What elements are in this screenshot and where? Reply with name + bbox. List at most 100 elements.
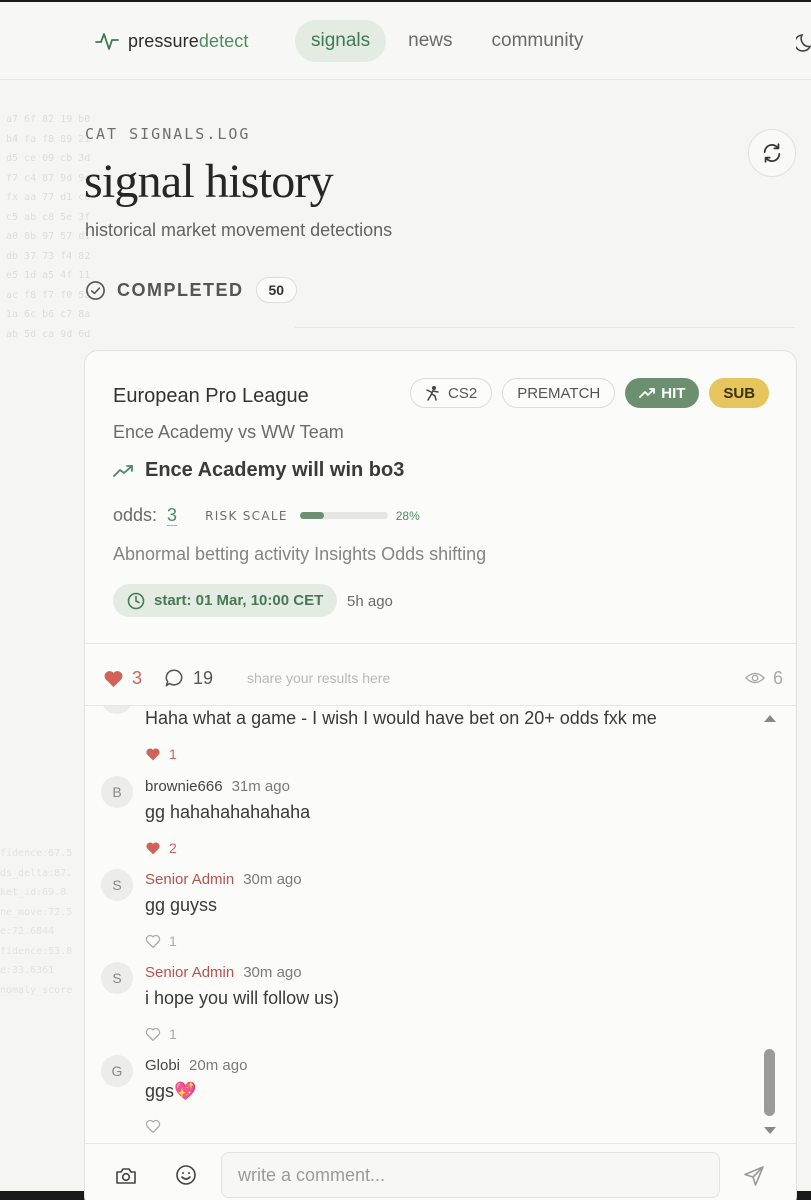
tier-tag: SUB <box>709 378 770 408</box>
match-teams: Ence Academy vs WW Team <box>113 422 344 442</box>
comment-like-button[interactable]: 1 <box>145 1026 177 1042</box>
comment-input[interactable] <box>221 1152 720 1198</box>
pulse-icon <box>95 33 119 50</box>
odds-row: odds: 3 RISK SCALE 28% <box>113 505 420 526</box>
page-title: signal history <box>84 155 334 208</box>
comment-like-button[interactable]: 2 <box>145 840 177 856</box>
risk-scale-fill <box>299 512 325 519</box>
comment-text: i hope you will follow us) <box>145 988 340 1008</box>
risk-scale-bar <box>299 512 388 519</box>
comment-author[interactable]: Senior Admin <box>145 964 234 981</box>
camera-icon[interactable] <box>115 1166 137 1186</box>
brand-name: pressuredetect <box>128 30 249 51</box>
comment-meta: Senior Admin 30m ago <box>145 871 302 888</box>
risk-scale-label: RISK SCALE <box>205 508 288 523</box>
comments-list[interactable]: Haha what a game - I wish I would have b… <box>85 706 796 1139</box>
heart-outline-icon <box>145 1027 161 1041</box>
avatar <box>101 706 133 714</box>
comment-meta: Senior Admin 30m ago <box>145 964 302 981</box>
result-tag: HIT <box>625 378 700 408</box>
background-log-bottom: fidence:67.5 ds_delta:87. ket_id:69.8 ne… <box>0 848 73 996</box>
comment-item: S Senior Admin 30m ago i hope you will f… <box>101 962 751 1054</box>
heart-filled-icon <box>146 842 160 855</box>
status-count-badge: 50 <box>255 277 298 303</box>
comment-like-button[interactable]: 1 <box>145 746 177 762</box>
share-prompt: share your results here <box>247 670 391 686</box>
comment-author[interactable]: brownie666 <box>145 778 223 795</box>
prediction-text: Ence Academy will win bo3 <box>145 459 405 481</box>
emoji-icon[interactable] <box>175 1164 197 1186</box>
nav-news[interactable]: news <box>391 20 469 62</box>
signal-insights: Abnormal betting activity Insights Odds … <box>113 544 487 564</box>
card-divider <box>85 643 796 644</box>
start-time-badge: start: 01 Mar, 10:00 CET <box>113 584 338 617</box>
avatar: S <box>101 869 133 901</box>
background-log-top: a7 6f 82 19 b0 b4 fa f8 89 21 d5 ce 09 c… <box>6 114 91 340</box>
comment-item: B brownie666 31m ago gg hahahahahahaha 2 <box>101 776 751 868</box>
game-tag: CS2 <box>410 378 493 408</box>
heart-outline-icon <box>145 934 161 948</box>
heart-filled-icon <box>104 670 123 687</box>
avatar: S <box>101 962 133 994</box>
status-filter[interactable]: COMPLETED 50 <box>85 277 298 303</box>
comment-like-button[interactable]: 1 <box>145 933 177 949</box>
nav-community[interactable]: community <box>475 20 601 62</box>
heart-filled-icon <box>146 748 160 761</box>
eye-icon <box>744 672 765 684</box>
nav-signals[interactable]: signals <box>295 20 387 62</box>
avatar: G <box>101 1055 133 1087</box>
scroll-down-arrow[interactable] <box>764 1127 776 1134</box>
card-actions: 3 19 share your results here 6 <box>103 663 783 693</box>
section-divider <box>295 327 795 328</box>
comment-time: 30m ago <box>243 871 302 888</box>
theme-toggle-moon-icon[interactable] <box>796 32 811 52</box>
comment-time: 31m ago <box>231 778 290 795</box>
comment-meta: Globi 20m ago <box>145 1057 247 1074</box>
comment-meta: brownie666 31m ago <box>145 778 290 795</box>
comment-composer <box>85 1151 796 1200</box>
posted-ago: 5h ago <box>347 593 393 610</box>
avatar: B <box>101 776 133 808</box>
odds-value: 3 <box>167 505 178 526</box>
view-count: 6 <box>744 668 783 689</box>
send-icon[interactable] <box>743 1165 765 1187</box>
comment-item: G Globi 20m ago ggs💖 <box>101 1055 751 1139</box>
league-name: European Pro League <box>113 385 309 407</box>
comment-item: Haha what a game - I wish I would have b… <box>101 706 751 774</box>
trending-up-icon <box>113 464 133 477</box>
signal-card: European Pro League CS2 PREMATCH HIT SUB… <box>84 350 797 1200</box>
comment-text: gg guyss <box>145 895 218 915</box>
comment-author[interactable]: Globi <box>145 1057 180 1074</box>
page-eyebrow: CAT SIGNALS.LOG <box>85 125 251 143</box>
comment-time: 30m ago <box>243 964 302 981</box>
clock-icon <box>127 592 145 609</box>
odds-label: odds: <box>113 505 158 525</box>
trending-up-icon <box>639 388 656 398</box>
composer-divider <box>85 1143 796 1144</box>
main-nav: signals news community <box>295 20 605 62</box>
comment-like-button[interactable] <box>145 1119 169 1133</box>
comment-text: gg hahahahahahaha <box>145 802 311 822</box>
comment-author[interactable]: Senior Admin <box>145 871 234 888</box>
check-circle-icon <box>86 280 105 300</box>
heart-outline-icon <box>145 1119 161 1133</box>
signal-tags: CS2 PREMATCH HIT SUB <box>410 378 770 408</box>
comment-time: 20m ago <box>189 1057 248 1074</box>
soldier-icon <box>426 386 439 401</box>
risk-scale-percent: 28% <box>395 508 420 523</box>
comments-button[interactable]: 19 <box>164 668 213 689</box>
scroll-up-arrow[interactable] <box>764 715 776 722</box>
top-navigation-bar: pressuredetect signals news community <box>0 2 811 80</box>
status-label: COMPLETED <box>117 279 244 300</box>
comment-bubble-icon <box>165 669 183 687</box>
comment-item: S Senior Admin 30m ago gg guyss 1 <box>101 869 751 961</box>
comment-text: ggs💖 <box>145 1081 197 1101</box>
scrollbar-thumb[interactable] <box>764 1049 775 1116</box>
comment-text: Haha what a game - I wish I would have b… <box>145 708 657 728</box>
like-count: 3 <box>132 667 143 688</box>
brand-logo[interactable]: pressuredetect <box>95 30 248 52</box>
phase-tag: PREMATCH <box>502 378 616 408</box>
refresh-button[interactable] <box>748 129 796 177</box>
like-button[interactable]: 3 <box>103 668 142 689</box>
page-subtitle: historical market movement detections <box>85 220 393 240</box>
